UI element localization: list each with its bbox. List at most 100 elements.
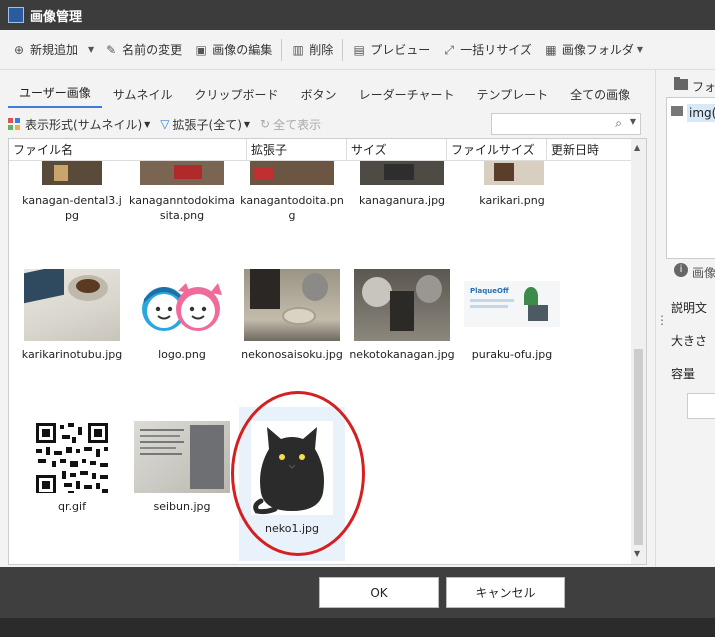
- filter-bar: 表示形式(サムネイル) ▼ ▽ 拡張子(全て) ▼ ↻ 全て表示 ⌕ ▼: [0, 110, 655, 138]
- preview-button[interactable]: ▤ プレビュー: [346, 37, 436, 63]
- image-item[interactable]: kanagan-dental3.jpg: [19, 161, 125, 223]
- folder-tree-node[interactable]: img(: [687, 104, 715, 122]
- image-item[interactable]: kanagantodoita.png: [239, 161, 345, 223]
- image-filename: qr.gif: [58, 500, 86, 513]
- show-all-button[interactable]: ↻ 全て表示: [260, 116, 321, 133]
- image-info-header: 画像: [692, 266, 715, 280]
- column-size[interactable]: サイズ: [347, 139, 447, 161]
- bulk-resize-button[interactable]: ⤢ 一括リサイズ: [436, 37, 538, 63]
- tab-templates[interactable]: テンプレート: [465, 86, 559, 108]
- image-filename: nekonosaisoku.jpg: [241, 348, 343, 361]
- image-filename: kanaganntodokimasita.png: [129, 194, 235, 222]
- image-filename: kanagantodoita.png: [240, 194, 344, 222]
- extension-filter-dropdown[interactable]: ▽ 拡張子(全て) ▼: [160, 116, 250, 133]
- image-item[interactable]: karikari.png: [459, 161, 565, 208]
- image-filename: karikari.png: [479, 194, 545, 207]
- edit-image-button[interactable]: ▣ 画像の編集: [188, 37, 278, 63]
- image-thumbnail: [354, 161, 450, 187]
- rename-button[interactable]: ✎ 名前の変更: [98, 37, 188, 63]
- capacity-field[interactable]: [687, 393, 715, 419]
- search-input[interactable]: [492, 114, 610, 134]
- image-edit-icon: ▣: [195, 42, 207, 57]
- column-file-size[interactable]: ファイルサイズ: [447, 139, 547, 161]
- tab-clipboard[interactable]: クリップボード: [184, 86, 290, 108]
- column-filename[interactable]: ファイル名: [9, 139, 247, 161]
- chevron-down-icon[interactable]: ▼: [630, 117, 636, 126]
- delete-button[interactable]: ▥ 削除: [285, 37, 339, 63]
- image-filename: neko1.jpg: [265, 522, 319, 535]
- footer-strip: [0, 618, 715, 637]
- ok-button[interactable]: OK: [319, 577, 439, 608]
- splitter-grip-icon[interactable]: ⋮: [656, 313, 668, 327]
- image-item[interactable]: PlaqueOff puraku-ofu.jpg: [459, 269, 565, 362]
- capacity-label: 容量: [671, 367, 696, 381]
- title-bar: 画像管理: [0, 0, 715, 30]
- image-item[interactable]: nekotokanagan.jpg: [349, 269, 455, 362]
- search-icon[interactable]: ⌕: [615, 116, 622, 131]
- image-thumbnail: [464, 161, 560, 187]
- toolbar-separator: [342, 38, 344, 61]
- image-item-selected[interactable]: neko1.jpg: [239, 407, 345, 561]
- search-box: ⌕ ▼: [491, 113, 641, 135]
- new-dropdown-button[interactable]: ▼: [84, 37, 98, 63]
- refresh-icon: ↻: [260, 117, 271, 131]
- image-filename: logo.png: [158, 348, 206, 361]
- black-cat-image: [253, 427, 324, 515]
- tab-all-images[interactable]: 全ての画像: [559, 86, 641, 108]
- image-filename: kanagan-dental3.jpg: [22, 194, 122, 222]
- image-item[interactable]: kanaganntodokimasita.png: [129, 161, 235, 223]
- image-item[interactable]: nekonosaisoku.jpg: [239, 269, 345, 362]
- image-thumbnail: [24, 421, 120, 493]
- window-title: 画像管理: [30, 9, 83, 25]
- chevron-down-icon: ▼: [144, 119, 151, 129]
- trash-icon: ▥: [292, 42, 304, 57]
- image-item[interactable]: kanaganura.jpg: [349, 161, 455, 208]
- scroll-down-icon[interactable]: ▼: [634, 549, 640, 558]
- toolbar-separator: [281, 38, 283, 61]
- column-modified[interactable]: 更新日時: [547, 139, 633, 161]
- tab-thumbnails[interactable]: サムネイル: [102, 86, 184, 108]
- description-label: 説明文: [671, 301, 708, 315]
- column-header-row: ファイル名 拡張子 サイズ ファイルサイズ 更新日時: [9, 139, 633, 161]
- vertical-scrollbar[interactable]: ▲ ▼: [631, 139, 646, 564]
- app-icon: [8, 7, 24, 23]
- right-side-panel: フォル img( i 画像 ⋮ 説明文 大きさ 容量: [655, 70, 715, 567]
- image-filename: puraku-ofu.jpg: [471, 348, 553, 361]
- folder-icon: [671, 106, 683, 116]
- new-button[interactable]: ⊕ 新規追加: [6, 37, 84, 63]
- grid-view-icon: [8, 117, 20, 130]
- dialog-footer: OK キャンセル: [0, 567, 715, 637]
- tab-bar: ユーザー画像 サムネイル クリップボード ボタン レーダーチャート テンプレート…: [0, 80, 655, 108]
- chevron-down-icon: ▼: [636, 45, 644, 54]
- info-icon: i: [674, 263, 688, 277]
- image-grid-panel: ファイル名 拡張子 サイズ ファイルサイズ 更新日時 kanagan-denta…: [8, 138, 647, 565]
- folder-tree: img(: [666, 97, 715, 259]
- image-item[interactable]: qr.gif: [19, 421, 125, 514]
- image-item[interactable]: karikarinotubu.jpg: [19, 269, 125, 362]
- preview-icon: ▤: [353, 42, 365, 57]
- image-thumbnail: [244, 269, 340, 341]
- tab-user-images[interactable]: ユーザー画像: [8, 84, 102, 108]
- image-thumbnail: [134, 421, 230, 493]
- chevron-down-icon: ▼: [88, 45, 95, 54]
- folder-image-icon: [674, 77, 688, 90]
- image-thumbnail: [251, 421, 333, 515]
- image-thumbnail: [134, 161, 230, 187]
- tab-radar-chart[interactable]: レーダーチャート: [348, 86, 466, 108]
- image-folder-button[interactable]: ▦ 画像フォルダ ▼: [538, 37, 649, 63]
- column-extension[interactable]: 拡張子: [247, 139, 347, 161]
- cancel-button[interactable]: キャンセル: [446, 577, 565, 608]
- plus-circle-icon: ⊕: [13, 42, 25, 57]
- image-item[interactable]: seibun.jpg: [129, 421, 235, 514]
- image-filename: karikarinotubu.jpg: [21, 348, 123, 361]
- folder-image-icon: ▦: [545, 42, 557, 57]
- scrollbar-thumb[interactable]: [634, 349, 643, 545]
- image-item[interactable]: logo.png: [129, 269, 235, 362]
- display-format-dropdown[interactable]: 表示形式(サムネイル) ▼: [8, 116, 150, 133]
- size-label: 大きさ: [671, 334, 708, 348]
- filter-icon: ▽: [160, 117, 170, 131]
- tab-buttons[interactable]: ボタン: [290, 86, 348, 108]
- pencil-icon: ✎: [106, 42, 117, 57]
- scroll-up-icon[interactable]: ▲: [634, 143, 640, 152]
- image-filename: seibun.jpg: [153, 500, 211, 513]
